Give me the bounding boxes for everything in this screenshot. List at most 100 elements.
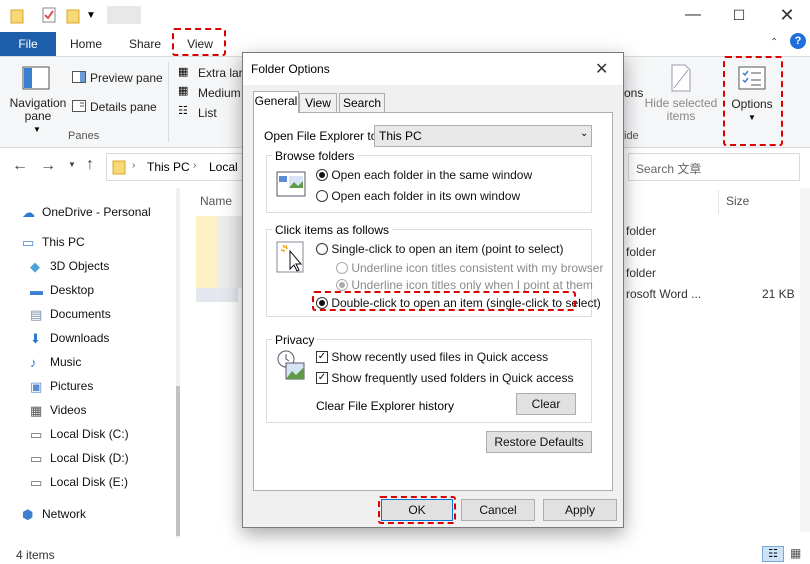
clear-history-label: Clear File Explorer history — [316, 399, 455, 413]
show-recent-files-checkbox[interactable]: ✓ Show recently used files in Quick acce… — [316, 349, 548, 364]
single-click-option[interactable]: Single-click to open an item (point to s… — [316, 241, 563, 256]
quick-access-dropdown-icon[interactable]: ▼ — [86, 10, 96, 21]
sidebar-item-local-disk-c[interactable]: ▭ Local Disk (C:) — [30, 422, 129, 446]
disk-icon: ▭ — [30, 450, 43, 466]
music-icon: ♪ — [30, 354, 37, 370]
sidebar-item-network[interactable]: ⬢ Network — [22, 502, 86, 526]
column-header-name[interactable]: Name — [200, 194, 232, 210]
close-window-icon[interactable]: ✕ — [764, 0, 810, 32]
tab-search[interactable]: Search — [339, 93, 385, 113]
cancel-button[interactable]: Cancel — [461, 499, 535, 521]
navigation-pane-button[interactable]: Navigation pane — [8, 97, 68, 123]
panes-group-label: Panes — [68, 130, 100, 142]
hide-selected-items-button[interactable]: Hide selected items — [644, 97, 718, 123]
general-tab-panel: Open File Explorer to: This PC ⌄ Browse … — [253, 112, 613, 491]
sidebar-item-label: Downloads — [50, 331, 110, 345]
browse-same-window-option[interactable]: Open each folder in the same window — [316, 167, 532, 182]
breadcrumb-this-pc[interactable]: This PC — [147, 160, 190, 174]
filelist-scrollbar[interactable] — [800, 188, 810, 532]
preview-pane-icon — [72, 71, 86, 86]
details-view-icon[interactable]: ☷ — [762, 546, 784, 562]
file-type-cell: folder — [626, 224, 657, 238]
sidebar-item-label: Local Disk (D:) — [50, 451, 129, 465]
back-icon[interactable]: ← — [12, 157, 28, 175]
ribbon-divider — [168, 62, 169, 142]
sidebar-item-3d-objects[interactable]: ◆ 3D Objects — [30, 254, 109, 278]
sidebar-item-this-pc[interactable]: ▭ This PC — [22, 230, 85, 254]
restore-defaults-button[interactable]: Restore Defaults — [486, 431, 592, 453]
ok-highlight — [378, 496, 456, 524]
browse-folders-title: Browse folders — [272, 149, 358, 163]
tab-general[interactable]: General — [253, 91, 299, 113]
file-icons-column — [196, 216, 218, 288]
tab-file[interactable]: File — [0, 32, 56, 56]
open-explorer-value: This PC — [379, 129, 422, 143]
up-icon[interactable]: ↑ — [86, 156, 94, 174]
tab-home[interactable]: Home — [62, 32, 110, 56]
underline-point-option[interactable]: Underline icon titles only when I point … — [336, 277, 593, 292]
properties-icon[interactable] — [42, 7, 56, 26]
preview-pane-button[interactable]: Preview pane — [90, 71, 163, 85]
radio-disabled-selected-icon — [336, 278, 348, 291]
search-input[interactable]: Search 文章 — [636, 160, 701, 177]
sidebar-item-onedrive-personal[interactable]: ☁ OneDrive - Personal — [22, 200, 151, 224]
radio-icon — [316, 242, 328, 255]
medium-icons-option[interactable]: Medium — [198, 86, 241, 100]
file-type-cell: rosoft Word ... — [626, 287, 702, 301]
details-pane-button[interactable]: Details pane — [90, 100, 157, 114]
ribbon-collapse-icon[interactable]: ⌃ — [770, 37, 778, 48]
column-divider — [718, 190, 719, 214]
sidebar-item-downloads[interactable]: ⬇ Downloads — [30, 326, 109, 350]
dialog-close-icon[interactable]: ✕ — [595, 59, 608, 79]
underline-browser-option[interactable]: Underline icon titles consistent with my… — [336, 260, 603, 275]
sidebar-item-local-disk-e[interactable]: ▭ Local Disk (E:) — [30, 470, 128, 494]
sidebar-item-documents[interactable]: ▤ Documents — [30, 302, 111, 326]
forward-icon[interactable]: → — [40, 157, 56, 175]
clear-button[interactable]: Clear — [516, 393, 576, 415]
sidebar-item-label: Desktop — [50, 283, 95, 297]
sidebar-item-label: Documents — [50, 307, 111, 321]
checkbox-checked-icon: ✓ — [316, 371, 328, 384]
open-explorer-select[interactable]: This PC — [374, 125, 592, 147]
chevron-down-icon: ▼ — [33, 125, 41, 134]
sidebar-item-label: Pictures — [50, 379, 94, 393]
maximize-icon[interactable]: ☐ — [716, 0, 762, 32]
extra-large-icon: ▦ — [178, 66, 189, 78]
column-header-size[interactable]: Size — [726, 194, 749, 210]
cloud-icon: ☁ — [22, 204, 35, 220]
sidebar-item-pictures[interactable]: ▣ Pictures — [30, 374, 93, 398]
status-item-count: 4 items — [16, 548, 55, 562]
apply-button[interactable]: Apply — [543, 499, 617, 521]
tab-share[interactable]: Share — [122, 32, 168, 56]
help-icon[interactable]: ? — [790, 33, 806, 49]
window-title-placeholder — [107, 6, 141, 24]
tab-view-options[interactable]: View — [299, 93, 337, 113]
sidebar-item-videos[interactable]: ▦ Videos — [30, 398, 86, 422]
click-items-icon — [276, 241, 306, 276]
privacy-icon — [276, 349, 306, 384]
sidebar-item-desktop[interactable]: ▬ Desktop — [30, 278, 94, 302]
new-folder-icon[interactable] — [66, 7, 80, 27]
large-icons-view-icon[interactable]: ▦ — [790, 546, 801, 560]
sidebar-item-local-disk-d[interactable]: ▭ Local Disk (D:) — [30, 446, 129, 470]
list-option[interactable]: List — [198, 106, 217, 120]
browse-folders-group — [266, 155, 592, 213]
show-frequent-folders-checkbox[interactable]: ✓ Show frequently used folders in Quick … — [316, 370, 573, 385]
minimize-icon[interactable]: — — [670, 0, 716, 32]
click-items-title: Click items as follows — [272, 223, 393, 237]
open-explorer-label: Open File Explorer to: — [264, 129, 381, 143]
recent-locations-icon[interactable]: ▼ — [68, 160, 76, 169]
hide-selected-icon — [670, 64, 692, 95]
breadcrumb-separator-icon: › — [193, 160, 197, 171]
sidebar-item-label: Videos — [50, 403, 87, 417]
file-row-selection — [196, 288, 238, 302]
desktop-icon: ▬ — [30, 282, 43, 298]
sidebar-scroll-thumb[interactable] — [176, 386, 180, 536]
browse-own-window-option[interactable]: Open each folder in its own window — [316, 188, 520, 203]
sidebar-item-label: Music — [50, 355, 82, 369]
address-folder-icon — [112, 159, 126, 178]
sidebar-item-music[interactable]: ♪ Music — [30, 350, 81, 374]
computer-icon: ▭ — [22, 234, 35, 250]
ribbon-partial-label: ons — [624, 86, 644, 100]
privacy-title: Privacy — [272, 333, 318, 347]
